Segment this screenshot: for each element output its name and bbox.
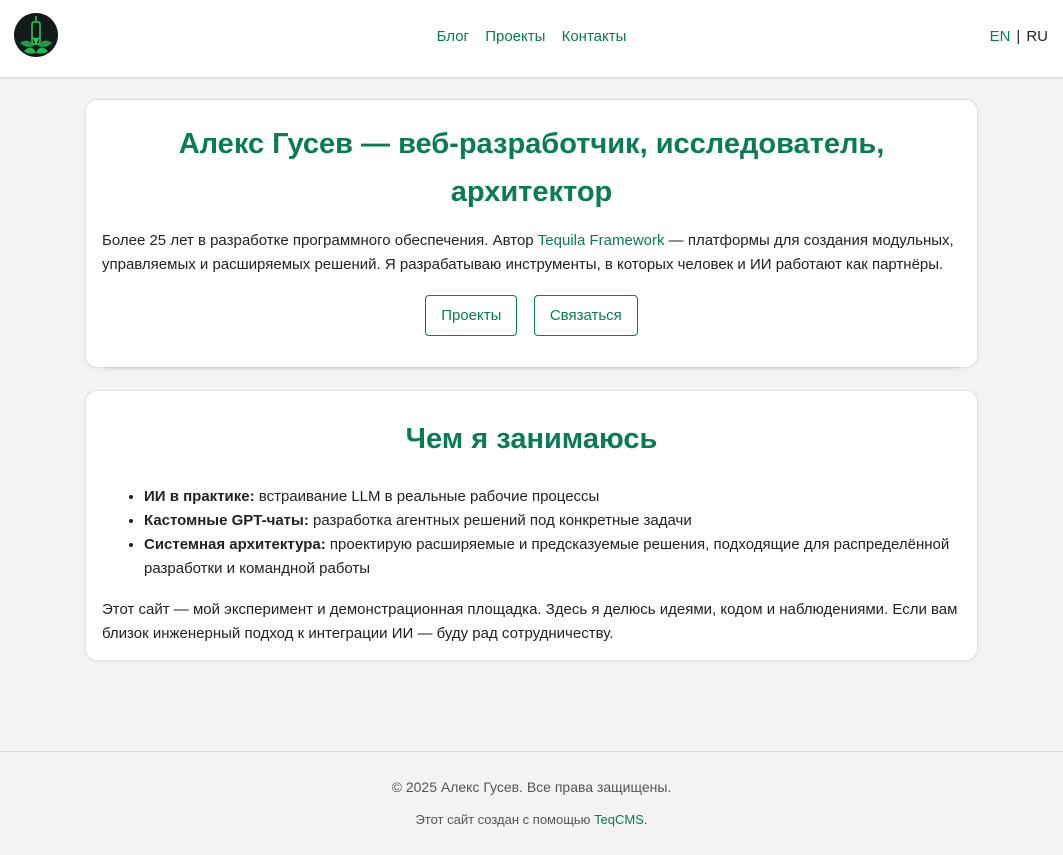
nav-projects-link[interactable]: Проекты [485,28,545,45]
lang-en-link[interactable]: EN [990,28,1011,45]
lang-ru-current: RU [1026,28,1048,45]
teqcms-link[interactable]: TeqCMS [594,812,644,827]
list-item-label: Системная архитектура: [144,536,326,553]
projects-button[interactable]: Проекты [425,295,518,336]
list-item-text: разработка агентных решений под конкретн… [308,512,692,529]
language-switcher: EN | RU [990,28,1048,45]
list-item: ИИ в практике: встраивание LLM в реальны… [144,485,961,509]
main-nav: Блог Проекты Контакты [0,28,1063,45]
hero-intro: Более 25 лет в разработке программного о… [102,229,961,277]
footer-made-after: . [643,812,648,827]
nav-blog-link[interactable]: Блог [437,28,469,45]
lang-separator: | [1016,28,1021,45]
list-item: Системная архитектура: проектирую расшир… [144,533,961,581]
nav-contacts-link[interactable]: Контакты [562,28,627,45]
footer-made-before: Этот сайт создан с помощью [415,812,595,827]
site-header: Блог Проекты Контакты EN | RU [0,0,1063,78]
hero-buttons: Проекты Связаться [102,295,961,367]
about-title: Чем я занимаюсь [405,423,658,455]
list-item: Кастомные GPT-чаты: разработка агентных … [144,509,961,533]
about-outro: Этот сайт — мой эксперимент и демонстрац… [102,601,958,642]
list-item-text: встраивание LLM в реальные рабочие проце… [254,488,600,505]
hero-title: Алекс Гусев — веб-разработчик, исследова… [178,128,885,208]
list-item-label: Кастомные GPT-чаты: [144,512,309,529]
about-card: Чем я занимаюсь ИИ в практике: встраиван… [85,390,978,661]
footer-copyright: © 2025 Алекс Гусев. Все права защищены. [391,779,672,795]
hero-intro-before: Более 25 лет в разработке программного о… [102,232,538,249]
about-list: ИИ в практике: встраивание LLM в реальны… [144,485,961,581]
contact-button[interactable]: Связаться [533,295,638,336]
tequila-framework-link[interactable]: Tequila Framework [538,232,665,249]
list-item-label: ИИ в практике: [144,488,255,505]
hero-card: Алекс Гусев — веб-разработчик, исследова… [85,99,978,368]
footer-made-with: Этот сайт создан с помощью TeqCMS. [0,812,1063,827]
site-footer: © 2025 Алекс Гусев. Все права защищены. … [0,751,1063,855]
